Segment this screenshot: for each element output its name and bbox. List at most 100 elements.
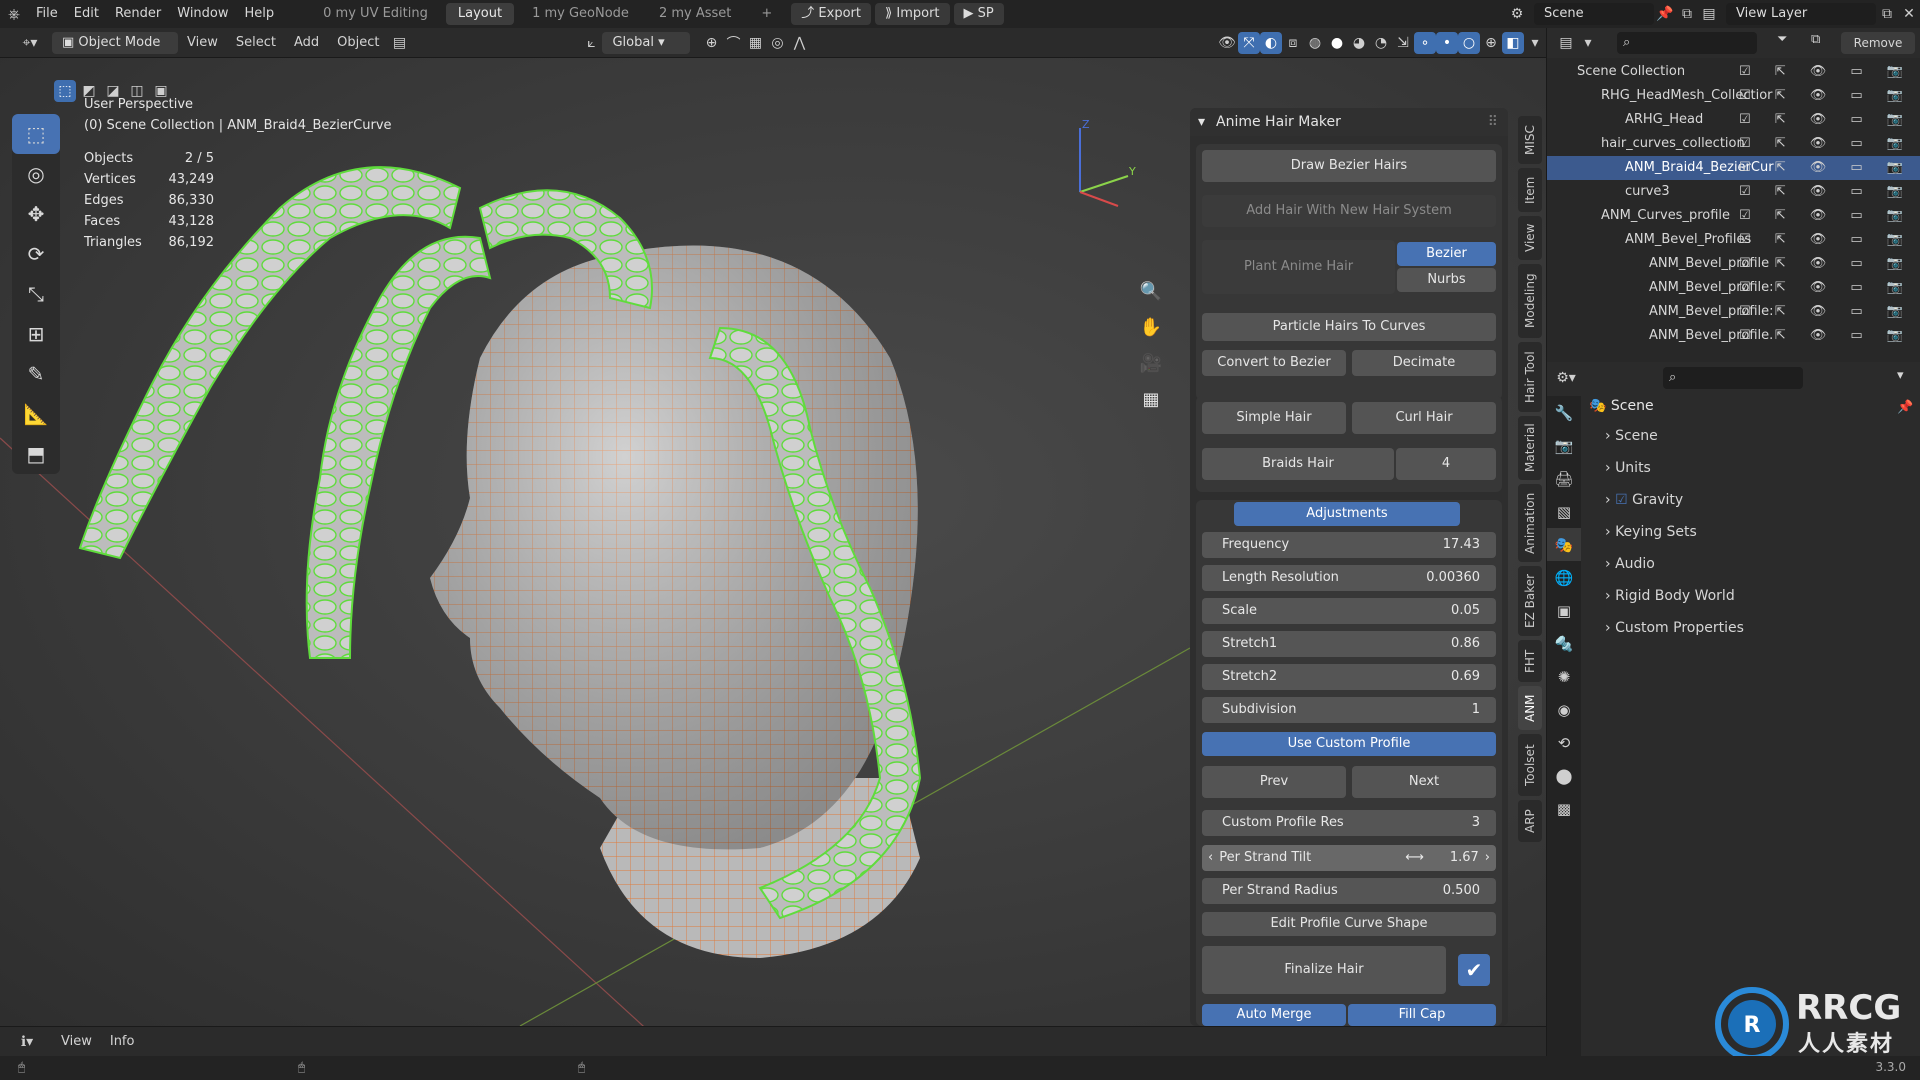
menu-view[interactable]: View bbox=[52, 1034, 101, 1049]
menu-info[interactable]: Info bbox=[101, 1034, 144, 1049]
close-icon[interactable]: ✕ bbox=[1898, 3, 1920, 25]
editor-view-icon[interactable]: ◧ bbox=[1502, 31, 1524, 54]
view-layer-icon[interactable]: ▤ bbox=[1698, 3, 1720, 25]
outliner-row[interactable]: ARHG_Head ☑ ⇱ 👁 ▭ 📷 bbox=[1547, 108, 1920, 132]
editor-type-icon[interactable]: ⌖▾ bbox=[14, 32, 46, 54]
per-strand-tilt-field[interactable]: ‹ Per Strand Tilt ⟷ 1.67 › bbox=[1202, 845, 1496, 871]
select-edge-icon[interactable]: • bbox=[1436, 31, 1458, 54]
visibility-toggles-icon[interactable]: ☑ ⇱ 👁 ▭ 📷 bbox=[1739, 180, 1913, 204]
tab-layout[interactable]: Layout bbox=[445, 3, 515, 25]
snap-toggle-icon[interactable]: ⇲ bbox=[1392, 32, 1414, 54]
outliner-row[interactable]: hair_curves_collection ☑ ⇱ 👁 ▭ 📷 bbox=[1547, 132, 1920, 156]
frequency-field[interactable]: Frequency 17.43 bbox=[1202, 532, 1496, 558]
increment-icon[interactable]: › bbox=[1485, 850, 1490, 865]
use-custom-profile-toggle[interactable]: Use Custom Profile bbox=[1202, 732, 1496, 756]
visibility-toggles-icon[interactable]: ☑ ⇱ 👁 ▭ 📷 bbox=[1739, 84, 1913, 108]
auto-merge-toggle[interactable]: Auto Merge bbox=[1202, 1004, 1346, 1026]
xray-icon[interactable]: ⧈ bbox=[1282, 32, 1304, 54]
add-hair-system-button[interactable]: Add Hair With New Hair System bbox=[1202, 195, 1496, 227]
data-tab-icon[interactable]: ⟲ bbox=[1547, 726, 1581, 759]
tab-animation[interactable]: Animation bbox=[1518, 484, 1542, 562]
material-tab-icon[interactable]: ⬤ bbox=[1547, 759, 1581, 792]
outliner-search-input[interactable]: ⌕ bbox=[1617, 32, 1757, 54]
scale-field[interactable]: Scale 0.05 bbox=[1202, 598, 1496, 624]
annotate-tool-icon[interactable]: ✎ bbox=[12, 354, 60, 394]
draw-bezier-button[interactable]: Draw Bezier Hairs bbox=[1202, 150, 1496, 182]
gizmo-icon[interactable]: ⤧ bbox=[1238, 31, 1260, 54]
import-button[interactable]: ⟫ Import bbox=[874, 3, 950, 25]
orientation-icon[interactable]: ⟀ bbox=[580, 32, 602, 54]
tab-fht[interactable]: FHT bbox=[1518, 640, 1542, 682]
tab-anm[interactable]: ANM bbox=[1518, 686, 1542, 730]
finalize-hair-button[interactable]: Finalize Hair bbox=[1202, 946, 1446, 994]
plant-anime-hair-button[interactable]: Plant Anime Hair bbox=[1202, 240, 1395, 294]
remove-button[interactable]: Remove bbox=[1841, 32, 1915, 54]
transform-tool-icon[interactable]: ⊞ bbox=[12, 314, 60, 354]
material-shading-icon[interactable]: ◕ bbox=[1348, 32, 1370, 54]
visibility-toggles-icon[interactable]: ☑ ⇱ 👁 ▭ 📷 bbox=[1739, 324, 1913, 348]
outliner-row[interactable]: ANM_Curves_profile ☑ ⇱ 👁 ▭ 📷 bbox=[1547, 204, 1920, 228]
outliner-row[interactable]: curve3 ☑ ⇱ 👁 ▭ 📷 bbox=[1547, 180, 1920, 204]
custom-profile-res-field[interactable]: Custom Profile Res 3 bbox=[1202, 810, 1496, 836]
render-shading-icon[interactable]: ◔ bbox=[1370, 32, 1392, 54]
convert-to-bezier-button[interactable]: Convert to Bezier bbox=[1202, 350, 1346, 376]
snap-grid-icon[interactable]: ▦ bbox=[744, 32, 766, 54]
proportional-icon[interactable]: ◎ bbox=[766, 32, 788, 54]
stretch2-field[interactable]: Stretch2 0.69 bbox=[1202, 664, 1496, 690]
object-options-icon[interactable]: ▤ bbox=[388, 32, 410, 54]
outliner-row[interactable]: RHG_HeadMesh_Collectior ☑ ⇱ 👁 ▭ 📷 bbox=[1547, 84, 1920, 108]
pan-hand-icon[interactable]: ✋ bbox=[1136, 312, 1166, 342]
tab-uv-editing[interactable]: 0 my UV Editing bbox=[311, 3, 440, 25]
per-strand-radius-field[interactable]: Per Strand Radius 0.500 bbox=[1202, 878, 1496, 904]
modifier-tab-icon[interactable]: 🔩 bbox=[1547, 627, 1581, 660]
outliner-row[interactable]: ANM_Braid4_BezierCur ☑ ⇱ 👁 ▭ 📷 bbox=[1547, 156, 1920, 180]
chevron-down-icon[interactable]: ▾ bbox=[1897, 368, 1904, 383]
gravity-checkbox[interactable]: ☑ bbox=[1615, 492, 1632, 508]
bezier-toggle[interactable]: Bezier bbox=[1397, 242, 1496, 266]
select-vertex-icon[interactable]: ∘ bbox=[1414, 31, 1436, 54]
menu-add[interactable]: Add bbox=[285, 35, 328, 50]
solid-shading-icon[interactable]: ● bbox=[1326, 32, 1348, 54]
chevron-down-icon[interactable]: ▾ bbox=[1524, 32, 1546, 54]
new-view-layer-icon[interactable]: ⧉ bbox=[1876, 3, 1898, 25]
texture-tab-icon[interactable]: ▩ bbox=[1547, 792, 1581, 825]
outliner-row[interactable]: ANM_Bevel_profile: ☑ ⇱ 👁 ▭ 📷 bbox=[1547, 276, 1920, 300]
tab-view[interactable]: View bbox=[1518, 216, 1542, 260]
pin-icon[interactable]: 📌 bbox=[1897, 400, 1913, 415]
properties-panel-custom-properties[interactable]: › Custom Properties bbox=[1605, 620, 1744, 636]
length-resolution-field[interactable]: Length Resolution 0.00360 bbox=[1202, 565, 1496, 591]
properties-search-input[interactable]: ⌕ bbox=[1663, 367, 1803, 389]
scene-icon[interactable]: ⚙ bbox=[1506, 3, 1528, 25]
scale-tool-icon[interactable]: ⤡ bbox=[12, 274, 60, 314]
adjustments-header[interactable]: Adjustments bbox=[1234, 502, 1460, 526]
pivot-icon[interactable]: ⊕ bbox=[700, 32, 722, 54]
tab-misc[interactable]: MISC bbox=[1518, 116, 1542, 164]
menu-edit[interactable]: Edit bbox=[66, 0, 107, 28]
physics-tab-icon[interactable]: ◉ bbox=[1547, 693, 1581, 726]
finalize-checkbox[interactable]: ✔ bbox=[1458, 954, 1490, 986]
menu-help[interactable]: Help bbox=[237, 0, 283, 28]
pin-icon[interactable]: 📌 bbox=[1654, 3, 1676, 25]
tab-geonode[interactable]: 1 my GeoNode bbox=[520, 3, 641, 25]
info-editor-icon[interactable]: ℹ▾ bbox=[16, 1031, 38, 1053]
add-workspace-icon[interactable]: + bbox=[749, 3, 784, 25]
simple-hair-button[interactable]: Simple Hair bbox=[1202, 402, 1346, 434]
panel-header[interactable]: ▾ Anime Hair Maker ⠿ bbox=[1190, 108, 1508, 136]
zoom-icon[interactable]: 🔍 bbox=[1136, 276, 1166, 306]
outliner-row[interactable]: ANM_Bevel_profile ☑ ⇱ 👁 ▭ 📷 bbox=[1547, 252, 1920, 276]
grid-view-icon[interactable]: ▦ bbox=[1136, 384, 1166, 414]
visibility-toggles-icon[interactable]: ☑ ⇱ 👁 ▭ 📷 bbox=[1739, 60, 1913, 84]
fill-cap-toggle[interactable]: Fill Cap bbox=[1348, 1004, 1496, 1026]
braids-hair-button[interactable]: Braids Hair bbox=[1202, 448, 1394, 480]
edit-profile-curve-button[interactable]: Edit Profile Curve Shape bbox=[1202, 912, 1496, 936]
menu-object[interactable]: Object bbox=[328, 35, 388, 50]
drag-handle-icon[interactable]: ⠿ bbox=[1488, 108, 1498, 136]
menu-render[interactable]: Render bbox=[107, 0, 169, 28]
new-scene-icon[interactable]: ⧉ bbox=[1676, 3, 1698, 25]
properties-panel-scene[interactable]: › Scene bbox=[1605, 428, 1658, 444]
properties-panel-keying-sets[interactable]: › Keying Sets bbox=[1605, 524, 1697, 540]
decimate-button[interactable]: Decimate bbox=[1352, 350, 1496, 376]
curl-hair-button[interactable]: Curl Hair bbox=[1352, 402, 1496, 434]
measure-tool-icon[interactable]: 📐 bbox=[12, 394, 60, 434]
stretch1-field[interactable]: Stretch1 0.86 bbox=[1202, 631, 1496, 657]
